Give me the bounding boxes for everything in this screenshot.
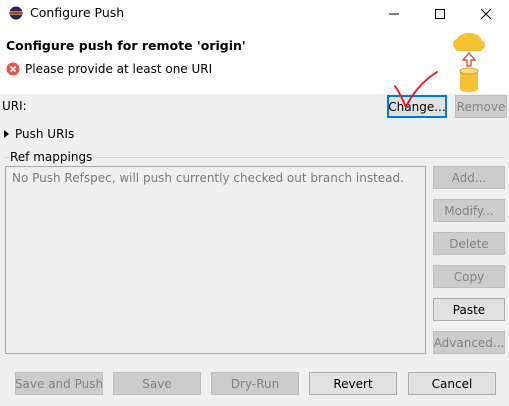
dialog-header: Configure push for remote 'origin' Pleas… (0, 28, 509, 94)
close-icon (481, 9, 491, 19)
ref-mappings-label: Ref mappings (9, 150, 94, 164)
revert-button[interactable]: Revert (309, 372, 397, 395)
delete-refspec-button[interactable]: Delete (433, 232, 505, 255)
modify-refspec-button[interactable]: Modify... (433, 199, 505, 222)
error-icon (6, 62, 20, 76)
push-uris-label: Push URIs (15, 127, 75, 141)
uri-label: URI: (2, 99, 27, 113)
paste-refspec-button[interactable]: Paste (433, 298, 505, 321)
ref-mappings-empty-text: No Push Refspec, will push currently che… (12, 171, 404, 185)
save-button[interactable]: Save (113, 372, 201, 395)
push-uris-toggle[interactable]: Push URIs (4, 127, 74, 141)
maximize-icon (435, 9, 445, 19)
advanced-refspec-button[interactable]: Advanced... (433, 331, 505, 354)
remove-uri-button[interactable]: Remove (455, 95, 507, 118)
error-message: Please provide at least one URI (25, 62, 213, 76)
copy-refspec-button[interactable]: Copy (433, 265, 505, 288)
dry-run-button[interactable]: Dry-Run (211, 372, 299, 395)
ref-mappings-list[interactable]: No Push Refspec, will push currently che… (5, 166, 426, 354)
close-button[interactable] (463, 0, 509, 28)
save-and-push-button[interactable]: Save and Push (15, 372, 103, 395)
minimize-icon (389, 13, 399, 15)
maximize-button[interactable] (417, 0, 463, 28)
change-uri-button[interactable]: Change... (387, 95, 447, 118)
window-title: Configure Push (30, 5, 125, 20)
title-bar: Configure Push (0, 0, 509, 28)
eclipse-icon (9, 6, 23, 20)
cloud-push-icon (453, 33, 485, 92)
add-refspec-button[interactable]: Add... (433, 166, 505, 189)
expand-triangle-icon (4, 130, 9, 138)
dialog-title: Configure push for remote 'origin' (6, 38, 246, 53)
cancel-button[interactable]: Cancel (408, 372, 496, 395)
minimize-button[interactable] (371, 0, 417, 28)
